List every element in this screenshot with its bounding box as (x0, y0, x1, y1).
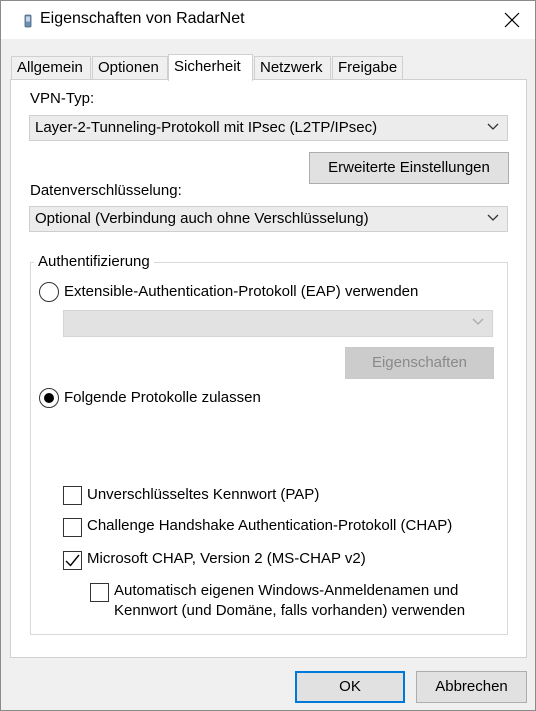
advanced-settings-button[interactable]: Erweiterte Einstellungen (309, 152, 509, 184)
vpn-type-select[interactable]: Layer-2-Tunneling-Protokoll mit IPsec (L… (29, 115, 508, 141)
tab-sicherheit[interactable]: Sicherheit (168, 54, 253, 81)
tab-netzwerk[interactable]: Netzwerk (254, 56, 331, 80)
phone-icon (24, 14, 32, 28)
authentication-legend: Authentifizierung (34, 253, 154, 270)
pap-label[interactable]: Unverschlüsseltes Kennwort (PAP) (87, 486, 319, 503)
tab-freigabe[interactable]: Freigabe (332, 56, 403, 80)
cancel-button[interactable]: Abbrechen (416, 671, 527, 703)
auto-logon-label-line2[interactable]: Kennwort (und Domäne, falls vorhanden) v… (114, 602, 465, 619)
protocols-radio[interactable] (39, 388, 59, 408)
eap-radio[interactable] (39, 282, 59, 302)
chap-label[interactable]: Challenge Handshake Authentication-Proto… (87, 517, 452, 534)
encryption-select[interactable]: Optional (Verbindung auch ohne Verschlüs… (29, 206, 508, 232)
eap-method-select (63, 310, 493, 337)
vpn-type-value: Layer-2-Tunneling-Protokoll mit IPsec (L… (35, 119, 378, 136)
mschapv2-checkbox[interactable] (63, 551, 82, 570)
auto-logon-checkbox[interactable] (90, 583, 109, 602)
tab-optionen[interactable]: Optionen (92, 56, 168, 80)
checkmark-icon (65, 554, 80, 567)
encryption-label: Datenverschlüsselung: (30, 182, 182, 199)
title-bar[interactable]: Eigenschaften von RadarNet (1, 1, 535, 39)
eap-properties-button: Eigenschaften (345, 347, 494, 379)
pap-checkbox[interactable] (63, 486, 82, 505)
chevron-down-icon (487, 214, 499, 221)
vpn-type-label: VPN-Typ: (30, 90, 95, 107)
close-button[interactable] (489, 1, 535, 39)
eap-radio-label[interactable]: Extensible-Authentication-Protokoll (EAP… (64, 283, 418, 300)
protocols-radio-label[interactable]: Folgende Protokolle zulassen (64, 389, 261, 406)
encryption-value: Optional (Verbindung auch ohne Verschlüs… (35, 210, 369, 227)
chevron-down-icon (472, 318, 484, 325)
chevron-down-icon (487, 123, 499, 130)
window-title: Eigenschaften von RadarNet (40, 10, 245, 27)
auto-logon-label-line1[interactable]: Automatisch eigenen Windows-Anmeldenamen… (114, 582, 458, 599)
chap-checkbox[interactable] (63, 518, 82, 537)
close-icon (504, 12, 520, 28)
ok-button[interactable]: OK (295, 671, 405, 703)
radio-selected-dot (44, 393, 54, 403)
tab-allgemein[interactable]: Allgemein (11, 56, 91, 80)
mschapv2-label[interactable]: Microsoft CHAP, Version 2 (MS-CHAP v2) (87, 550, 366, 567)
properties-dialog: Eigenschaften von RadarNet Allgemein Opt… (0, 0, 536, 711)
